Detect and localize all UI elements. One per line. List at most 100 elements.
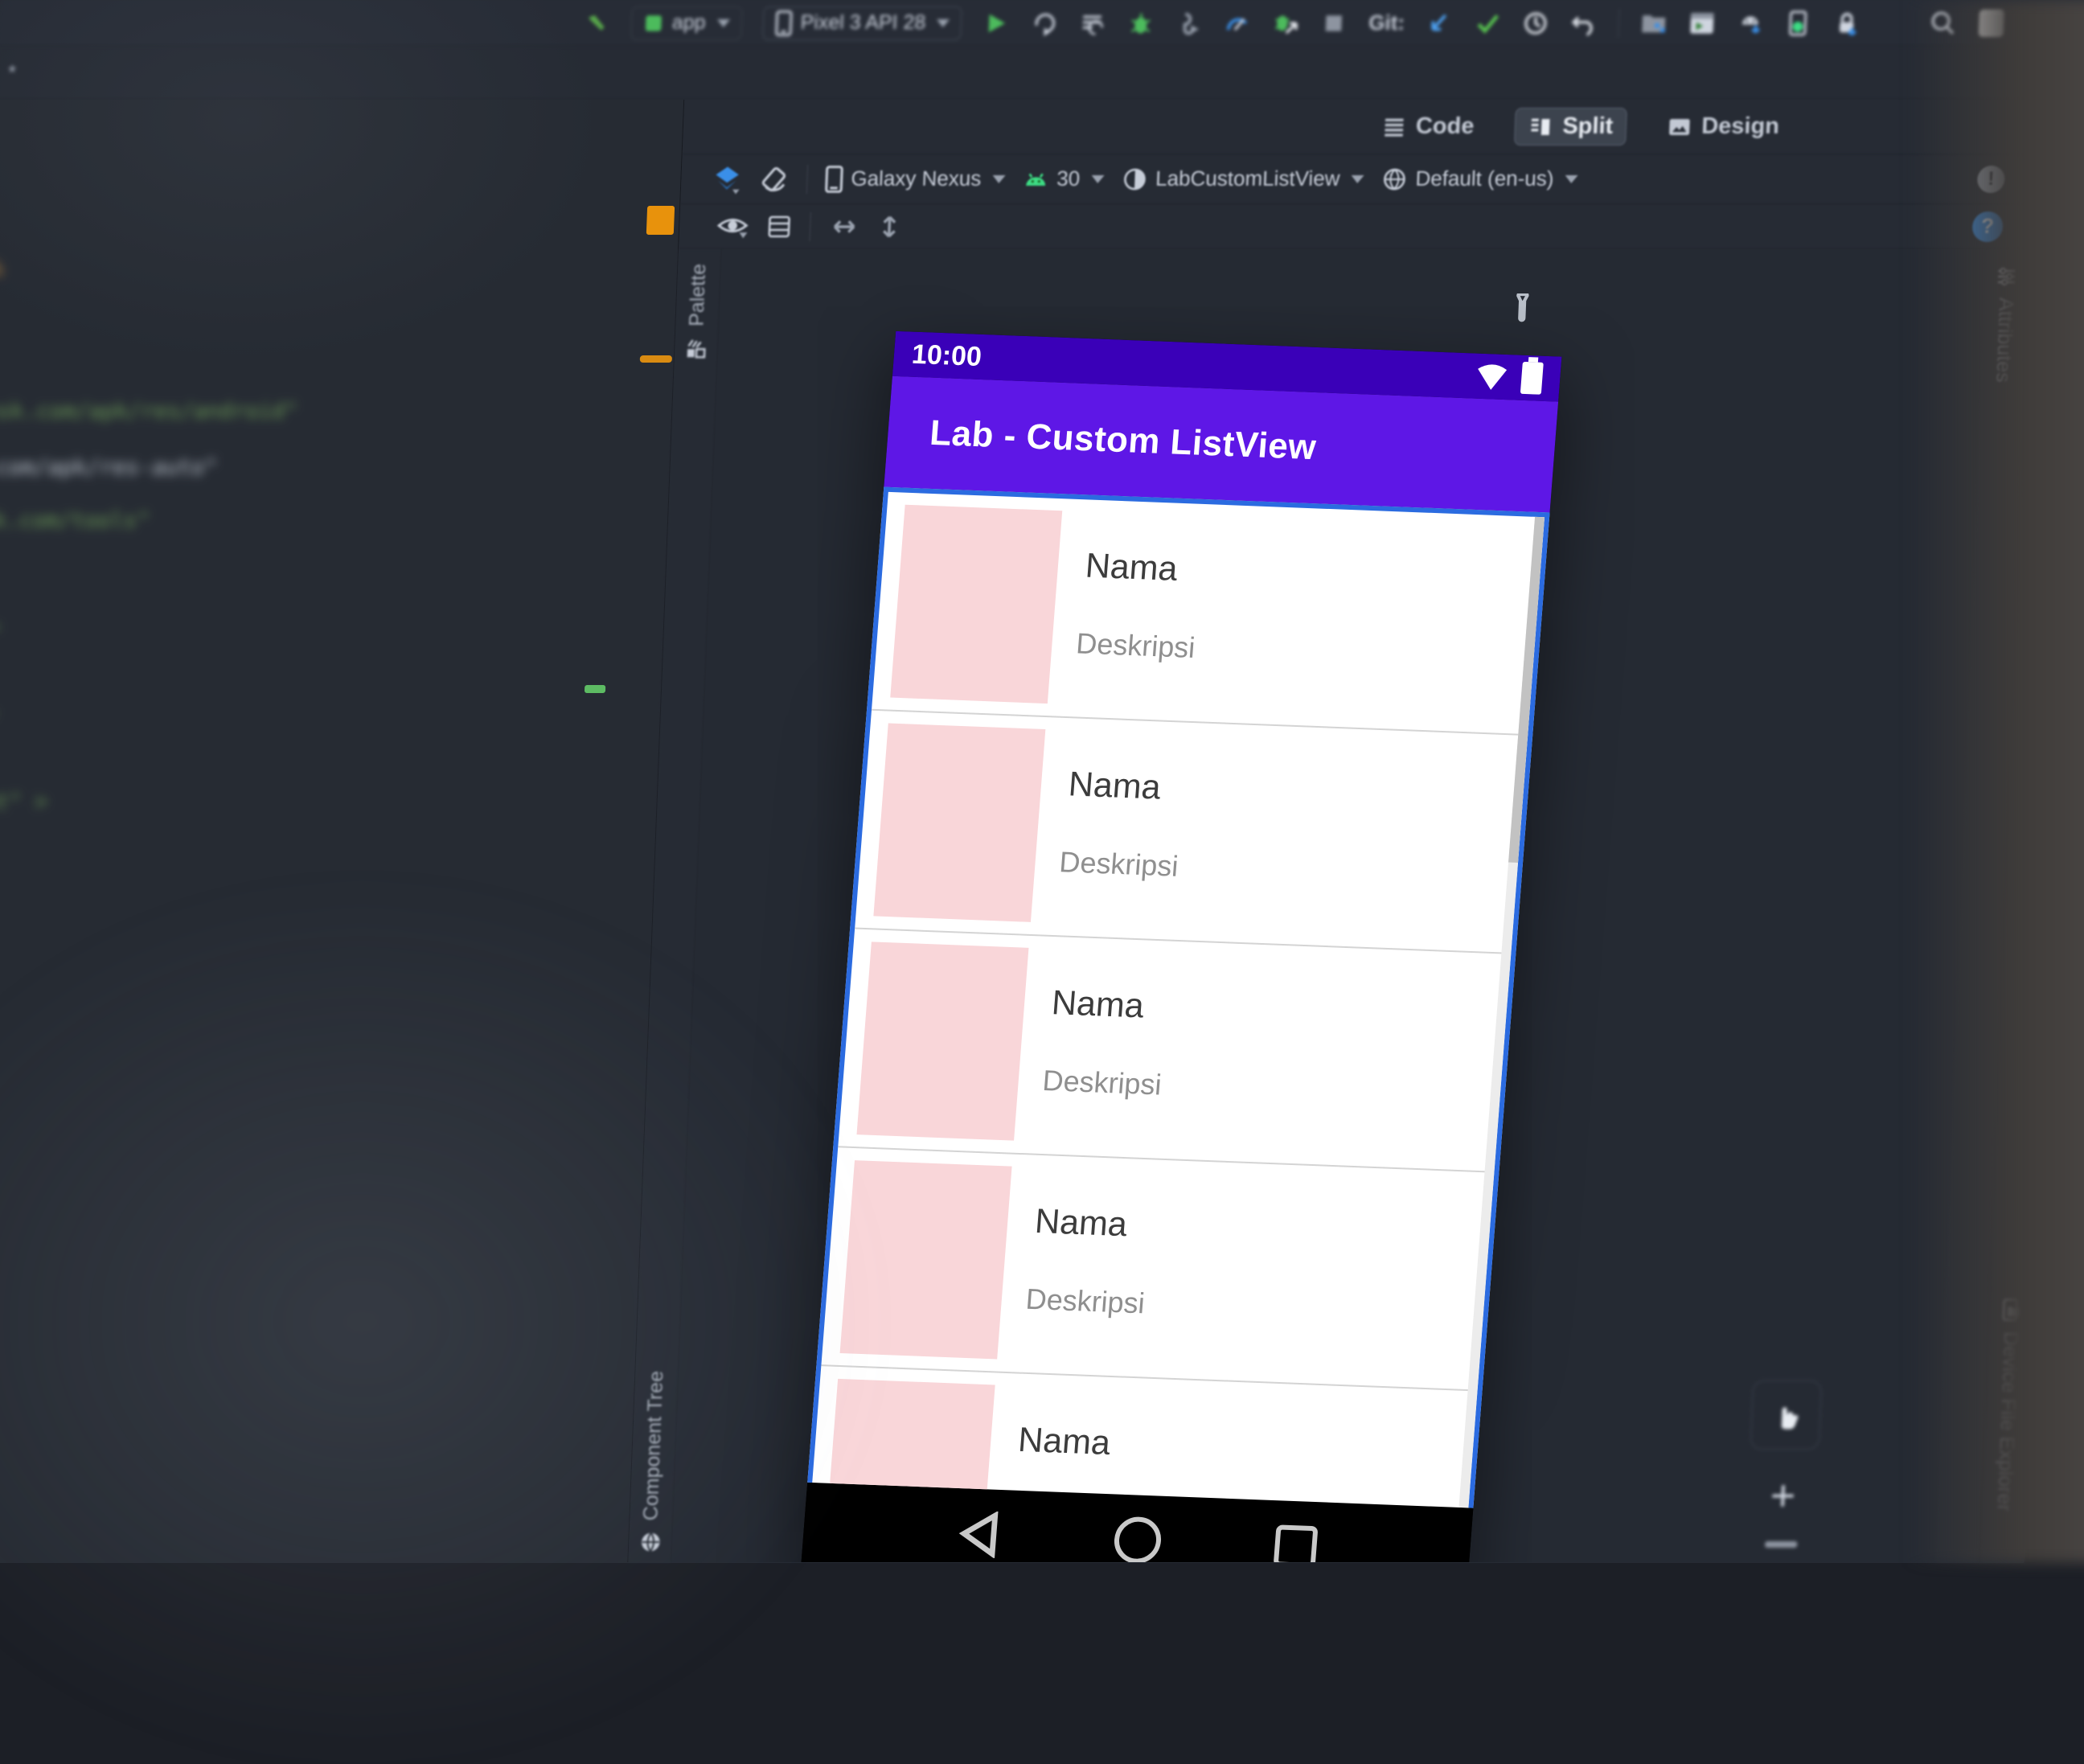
git-label: Git: (1368, 10, 1405, 35)
history-icon[interactable] (1521, 10, 1549, 37)
tab-design-label: Design (1701, 113, 1780, 140)
debug-button[interactable] (1127, 10, 1155, 37)
device-file-explorer-icon (1999, 1298, 2024, 1322)
sdk-manager-icon[interactable] (1736, 10, 1764, 37)
item-image-placeholder (840, 1160, 1012, 1359)
device-for-preview-select[interactable]: Galaxy Nexus (825, 166, 1006, 193)
main-area: %nsk.com/apk/res/android".com/apk/res-au… (0, 100, 2080, 1562)
rollback-icon[interactable] (1569, 10, 1598, 37)
device-file-explorer-tab[interactable]: Device File Explorer (1982, 1298, 2034, 1512)
design-surface[interactable]: 10:00 Lab - Custom ListView Nama Deskri (671, 249, 1986, 1562)
help-button[interactable]: ? (1971, 211, 2003, 242)
status-time: 10:00 (911, 338, 983, 372)
gradle-tab-label: Gradle (2042, 151, 2068, 211)
chevron-down-icon (716, 19, 729, 27)
code-line: t" (0, 621, 2, 646)
code-line: nsk.com/apk/res/android" (0, 399, 298, 424)
blueprint-toggle-icon[interactable] (766, 214, 793, 240)
apply-code-changes-icon[interactable] (1079, 10, 1107, 37)
attributes-tab[interactable]: Attributes (1981, 265, 2029, 383)
design-toolbar: Galaxy Nexus 30 LabCustomListView Defaul… (680, 154, 2033, 204)
code-line: ik.com/tools" (0, 508, 150, 533)
item-name: Nama (1067, 765, 1162, 807)
item-image-placeholder (856, 941, 1028, 1140)
nav-back-button[interactable] (955, 1510, 1002, 1558)
battery-icon (1520, 362, 1544, 395)
chevron-down-icon (1351, 175, 1364, 183)
item-name: Nama (1050, 983, 1145, 1026)
profile-app-icon[interactable] (1272, 10, 1300, 37)
design-surface-toolbar: ? (679, 204, 2031, 249)
render-wrench-icon[interactable] (1511, 293, 1533, 326)
search-everywhere-icon[interactable] (1929, 10, 1957, 37)
code-editor-pane[interactable]: %nsk.com/apk/res/android".com/apk/res-au… (0, 100, 684, 1562)
view-options-select[interactable] (716, 213, 749, 240)
orientation-select[interactable] (758, 164, 790, 195)
git-update-icon[interactable] (1425, 10, 1453, 37)
locale-select[interactable]: Default (en-us) (1381, 166, 1578, 192)
pin-icon: * (7, 60, 16, 85)
phone-preview[interactable]: 10:00 Lab - Custom ListView Nama Deskri (801, 331, 1562, 1562)
vertical-constraint-icon[interactable] (877, 211, 901, 243)
locale-label: Default (en-us) (1415, 166, 1554, 191)
list-item[interactable]: Nama Deskripsi (872, 492, 1545, 736)
chevron-down-icon (1091, 175, 1104, 183)
build-hammer-icon[interactable] (582, 10, 610, 37)
design-toolbar-separator (809, 212, 810, 241)
device-manager-icon[interactable] (1784, 10, 1812, 37)
editor-tab-strip: ml * (0, 47, 2082, 100)
git-commit-icon[interactable] (1473, 10, 1501, 37)
zoom-in-button[interactable]: + (1770, 1471, 1797, 1520)
run-configuration-select[interactable]: app (630, 6, 742, 40)
nav-recents-button[interactable] (1274, 1524, 1319, 1562)
attach-debugger-icon[interactable] (1175, 10, 1204, 37)
logcat-icon[interactable] (1688, 10, 1716, 37)
avd-lock-icon[interactable] (1832, 10, 1860, 37)
project-structure-icon[interactable] (1639, 10, 1668, 37)
item-name: Nama (1017, 1421, 1112, 1463)
tab-split-label: Split (1562, 113, 1614, 140)
layout-validation-tab[interactable]: Layout Validation (2020, 333, 2071, 519)
run-configuration-label: app (671, 11, 706, 35)
tab-split[interactable]: Split (1515, 108, 1628, 146)
issue-panel-badge[interactable]: ! (1977, 166, 2005, 193)
design-body: Palette Component Tree (628, 249, 2029, 1562)
error-stripe-dash-mark[interactable] (640, 355, 672, 363)
design-surface-select[interactable] (713, 164, 741, 195)
gradle-tab[interactable]: Gradle (2032, 121, 2079, 211)
code-line: .com/apk/res-auto" (0, 455, 218, 480)
error-stripe-warning-mark[interactable] (646, 206, 675, 235)
horizontal-constraint-icon[interactable] (828, 215, 861, 238)
zoom-out-button[interactable] (1765, 1541, 1797, 1548)
theme-select[interactable]: LabCustomListView (1122, 166, 1365, 192)
item-desc: Deskripsi (1075, 626, 1196, 665)
list-item[interactable]: Nama Deskripsi (855, 711, 1528, 954)
palette-icon (683, 336, 708, 360)
stop-button[interactable] (1320, 10, 1348, 37)
apply-changes-restart-icon[interactable] (1031, 10, 1059, 37)
design-toolbar-separator (806, 165, 808, 194)
device-file-explorer-tab-label: Device File Explorer (1992, 1331, 2023, 1512)
list-item[interactable]: Nama Deskripsi (821, 1147, 1494, 1391)
profiler-icon[interactable] (1224, 10, 1252, 37)
phone-list[interactable]: Nama Deskripsi Nama Deskripsi Nama Deskr… (807, 487, 1549, 1508)
chevron-down-icon (937, 19, 950, 27)
attributes-icon (1995, 265, 2018, 288)
nav-home-button[interactable] (1113, 1516, 1163, 1562)
profile-avatar[interactable] (1977, 10, 2005, 37)
design-pane: Code Split Design (628, 100, 2035, 1562)
component-tree-tab-label: Component Tree (639, 1371, 668, 1520)
list-item[interactable]: Nama Deskripsi (838, 929, 1511, 1172)
component-tree-tab[interactable]: Component Tree (629, 1371, 679, 1554)
component-tree-icon (638, 1530, 663, 1554)
palette-tab[interactable]: Palette (675, 264, 721, 360)
pan-button[interactable] (1750, 1380, 1822, 1450)
editor-file-tab[interactable]: ml * (0, 47, 31, 99)
device-selector[interactable]: Pixel 3 API 28 (762, 6, 962, 40)
api-version-label: 30 (1056, 166, 1081, 191)
layout-validation-icon (2036, 333, 2061, 357)
run-button[interactable] (983, 10, 1011, 37)
tab-code[interactable]: Code (1368, 108, 1488, 146)
tab-design[interactable]: Design (1653, 108, 1793, 146)
api-version-select[interactable]: 30 (1023, 166, 1105, 191)
